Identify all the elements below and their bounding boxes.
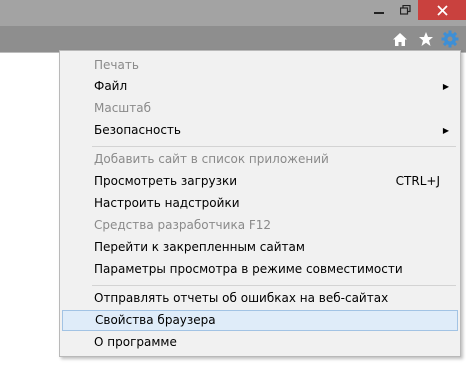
- menu-item-pinned-sites[interactable]: Перейти к закрепленным сайтам: [62, 237, 458, 258]
- minimize-button[interactable]: [366, 0, 392, 20]
- menu-item-about[interactable]: О программе: [62, 332, 458, 353]
- menu-item-label: Отправлять отчеты об ошибках на веб-сайт…: [94, 291, 389, 305]
- menu-item-label: Средства разработчика F12: [94, 218, 272, 232]
- menu-item-label: Перейти к закрепленным сайтам: [94, 240, 305, 254]
- menu-item-report-errors[interactable]: Отправлять отчеты об ошибках на веб-сайт…: [62, 288, 458, 309]
- menu-item-label: Печать: [94, 58, 139, 72]
- menu-item-print: Печать: [62, 55, 458, 76]
- home-button[interactable]: [390, 29, 410, 49]
- favorites-button[interactable]: [416, 29, 436, 49]
- restore-button[interactable]: [392, 0, 418, 20]
- menu-item-label: О программе: [94, 335, 177, 349]
- menu-separator: [92, 146, 456, 147]
- menu-item-view-downloads[interactable]: Просмотреть загрузки CTRL+J: [62, 171, 458, 192]
- tools-menu: Печать Файл ▶ Масштаб Безопасность ▶ Доб…: [59, 50, 461, 357]
- submenu-arrow-icon: ▶: [442, 82, 449, 91]
- menu-item-add-site-to-apps: Добавить сайт в список приложений: [62, 149, 458, 170]
- title-bar: [0, 0, 466, 26]
- menu-item-compatibility-view[interactable]: Параметры просмотра в режиме совместимос…: [62, 259, 458, 280]
- submenu-arrow-icon: ▶: [442, 126, 449, 135]
- menu-item-label: Безопасность: [94, 123, 181, 137]
- menu-item-label: Настроить надстройки: [94, 196, 240, 210]
- menu-separator: [92, 285, 456, 286]
- close-button[interactable]: [418, 0, 466, 20]
- tools-button[interactable]: [440, 29, 460, 49]
- menu-item-label: Масштаб: [94, 101, 152, 115]
- menu-item-label: Просмотреть загрузки: [94, 174, 238, 188]
- home-icon: [393, 32, 407, 46]
- restore-icon: [399, 5, 411, 15]
- menu-item-security[interactable]: Безопасность ▶: [62, 120, 458, 141]
- menu-item-internet-options[interactable]: Свойства браузера: [62, 310, 458, 331]
- menu-item-label: Добавить сайт в список приложений: [94, 152, 329, 166]
- menu-item-label: Параметры просмотра в режиме совместимос…: [94, 262, 403, 276]
- minimize-icon: [374, 12, 384, 14]
- menu-item-zoom: Масштаб: [62, 98, 458, 119]
- menu-item-developer-tools: Средства разработчика F12: [62, 215, 458, 236]
- menu-item-file[interactable]: Файл ▶: [62, 76, 458, 97]
- menu-item-manage-addons[interactable]: Настроить надстройки: [62, 193, 458, 214]
- menu-item-label: Файл: [94, 79, 128, 93]
- close-icon: [436, 4, 448, 16]
- tools-gear-icon: [441, 30, 459, 48]
- menu-item-shortcut: CTRL+J: [395, 174, 440, 188]
- menu-item-label: Свойства браузера: [95, 313, 216, 327]
- favorites-star-icon: [419, 32, 433, 46]
